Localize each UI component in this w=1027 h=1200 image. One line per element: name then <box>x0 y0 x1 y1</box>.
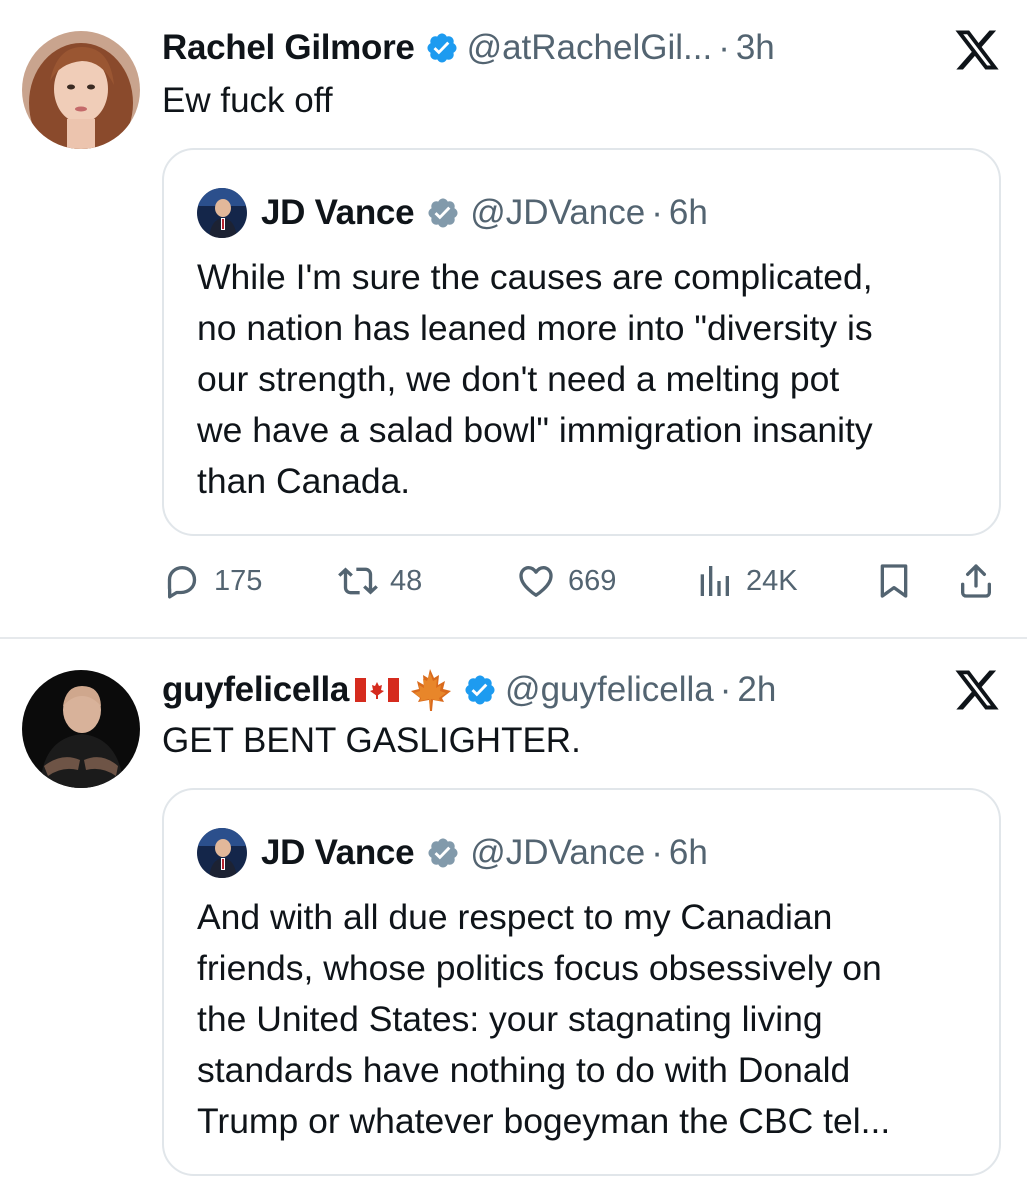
verified-badge-gray-icon <box>428 838 458 868</box>
share-button[interactable] <box>956 558 996 604</box>
quoted-tweet-text: And with all due respect to my Canadian … <box>197 897 891 1141</box>
timestamp[interactable]: 2h <box>737 669 776 711</box>
separator-dot: · <box>719 670 732 709</box>
quoted-author-name[interactable]: JD Vance <box>261 832 415 874</box>
quoted-tweet[interactable]: JD Vance @JDVance · 6h And with all due … <box>162 788 1001 1176</box>
quoted-tweet[interactable]: JD Vance @JDVance · 6h While I'm sure th… <box>162 148 1001 536</box>
share-icon <box>961 564 991 598</box>
views-chart-icon <box>700 566 729 596</box>
like-count: 669 <box>568 564 617 597</box>
quoted-timestamp[interactable]: 6h <box>669 192 708 234</box>
verified-badge-gray-icon <box>428 198 458 228</box>
author-name[interactable]: Rachel Gilmore <box>162 27 415 69</box>
quoted-timestamp[interactable]: 6h <box>669 832 708 874</box>
tweet-text: Ew fuck off <box>162 81 333 120</box>
maple-leaf-icon <box>411 669 452 711</box>
author-avatar[interactable] <box>22 31 140 149</box>
quoted-tweet-text: While I'm sure the causes are complicate… <box>197 257 873 501</box>
tweet-card[interactable]: guyfelicella @guyfelicella · 2h GET BENT… <box>0 639 1027 1200</box>
views-button[interactable]: 24K <box>694 558 798 604</box>
canada-flag-icon <box>355 678 400 702</box>
like-button[interactable]: 669 <box>516 558 616 604</box>
repost-icon <box>338 567 378 595</box>
tweet-text: GET BENT GASLIGHTER. <box>162 721 581 760</box>
x-logo-icon[interactable] <box>953 666 1001 714</box>
action-bar: 175 48 669 24K <box>162 558 1002 604</box>
quoted-author-name[interactable]: JD Vance <box>261 192 415 234</box>
bookmark-button[interactable] <box>874 558 914 604</box>
reply-button[interactable]: 175 <box>162 558 262 604</box>
author-avatar[interactable] <box>22 670 140 788</box>
verified-badge-icon <box>427 33 457 63</box>
view-count: 24K <box>746 564 798 597</box>
quoted-author-avatar[interactable] <box>197 828 247 878</box>
bookmark-icon <box>880 564 908 598</box>
repost-button[interactable]: 48 <box>338 558 422 604</box>
quoted-author-avatar[interactable] <box>197 188 247 238</box>
separator-dot: · <box>651 833 663 872</box>
quoted-author-handle[interactable]: @JDVance <box>470 832 645 874</box>
verified-badge-icon <box>465 675 495 705</box>
heart-icon <box>519 566 553 597</box>
x-logo-icon[interactable] <box>953 26 1001 74</box>
separator-dot: · <box>651 193 663 232</box>
author-handle[interactable]: @guyfelicella <box>505 669 714 711</box>
quoted-author-handle[interactable]: @JDVance <box>470 192 645 234</box>
repost-count: 48 <box>390 564 423 597</box>
timestamp[interactable]: 3h <box>736 27 775 69</box>
reply-count: 175 <box>214 564 263 597</box>
reply-icon <box>167 566 197 599</box>
author-handle[interactable]: @atRachelGil... <box>467 27 713 69</box>
author-name[interactable]: guyfelicella <box>162 669 349 711</box>
separator-dot: · <box>718 28 730 67</box>
tweet-card[interactable]: Rachel Gilmore @atRachelGil... · 3h Ew f… <box>0 0 1027 638</box>
